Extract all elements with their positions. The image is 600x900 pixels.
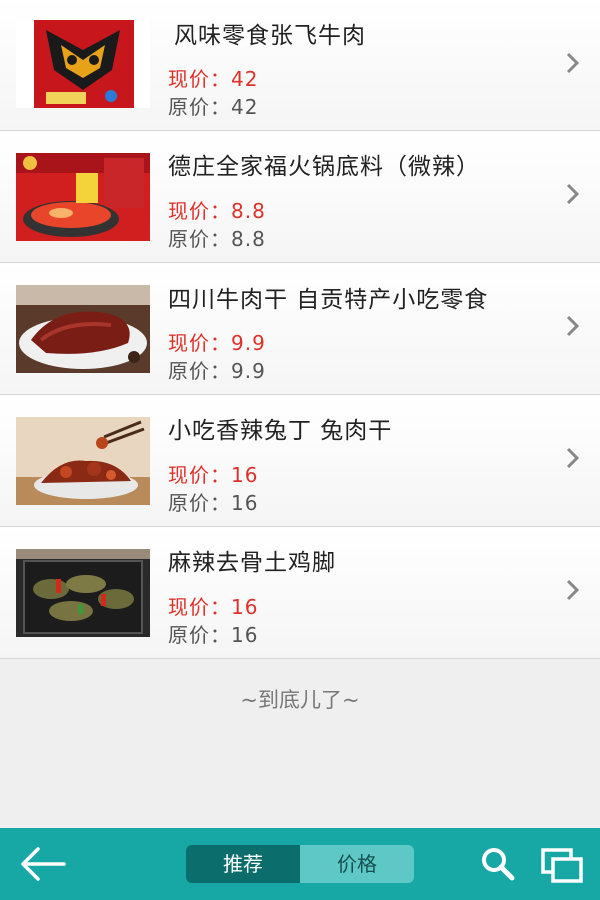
list-item[interactable]: 风味零食张飞牛肉 现价：42 原价：42	[0, 0, 600, 131]
end-of-list-text: ~到底儿了~	[240, 688, 360, 712]
chevron-right-icon	[566, 447, 580, 469]
original-price: 原价：16	[168, 623, 259, 647]
product-image	[16, 285, 150, 373]
original-price: 原价：42	[168, 95, 259, 119]
current-price: 现价：9.9	[168, 331, 266, 355]
windows-icon[interactable]	[540, 846, 584, 884]
current-price: 现价：42	[168, 67, 259, 91]
search-icon[interactable]	[480, 846, 516, 882]
product-image	[16, 20, 150, 108]
current-price: 现价：8.8	[168, 199, 266, 223]
original-price: 原价：8.8	[168, 227, 266, 251]
tab-recommend[interactable]: 推荐	[186, 845, 300, 883]
list-item[interactable]: 德庄全家福火锅底料（微辣） 现价：8.8 原价：8.8	[0, 131, 600, 263]
product-title: 四川牛肉干 自贡特产小吃零食	[168, 287, 489, 313]
original-price: 原价：9.9	[168, 359, 266, 383]
chevron-right-icon	[566, 579, 580, 601]
current-price: 现价：16	[168, 595, 259, 619]
list-item[interactable]: 小吃香辣兔丁 兔肉干 现价：16 原价：16	[0, 395, 600, 527]
sort-segmented-control: 推荐 价格	[186, 845, 414, 883]
bottom-toolbar: 推荐 价格	[0, 828, 600, 900]
product-title: 小吃香辣兔丁 兔肉干	[168, 418, 393, 444]
list-item[interactable]: 四川牛肉干 自贡特产小吃零食 现价：9.9 原价：9.9	[0, 263, 600, 395]
product-title: 麻辣去骨土鸡脚	[168, 550, 336, 576]
tab-price[interactable]: 价格	[300, 845, 414, 883]
list-item[interactable]: 麻辣去骨土鸡脚 现价：16 原价：16	[0, 527, 600, 659]
product-image	[16, 153, 150, 241]
original-price: 原价：16	[168, 491, 259, 515]
chevron-right-icon	[566, 315, 580, 337]
product-image	[16, 549, 150, 637]
product-title: 风味零食张飞牛肉	[174, 23, 366, 49]
back-arrow-icon[interactable]	[18, 844, 68, 884]
chevron-right-icon	[566, 52, 580, 74]
product-image	[16, 417, 150, 505]
current-price: 现价：16	[168, 463, 259, 487]
chevron-right-icon	[566, 183, 580, 205]
product-title: 德庄全家福火锅底料（微辣）	[168, 154, 480, 180]
